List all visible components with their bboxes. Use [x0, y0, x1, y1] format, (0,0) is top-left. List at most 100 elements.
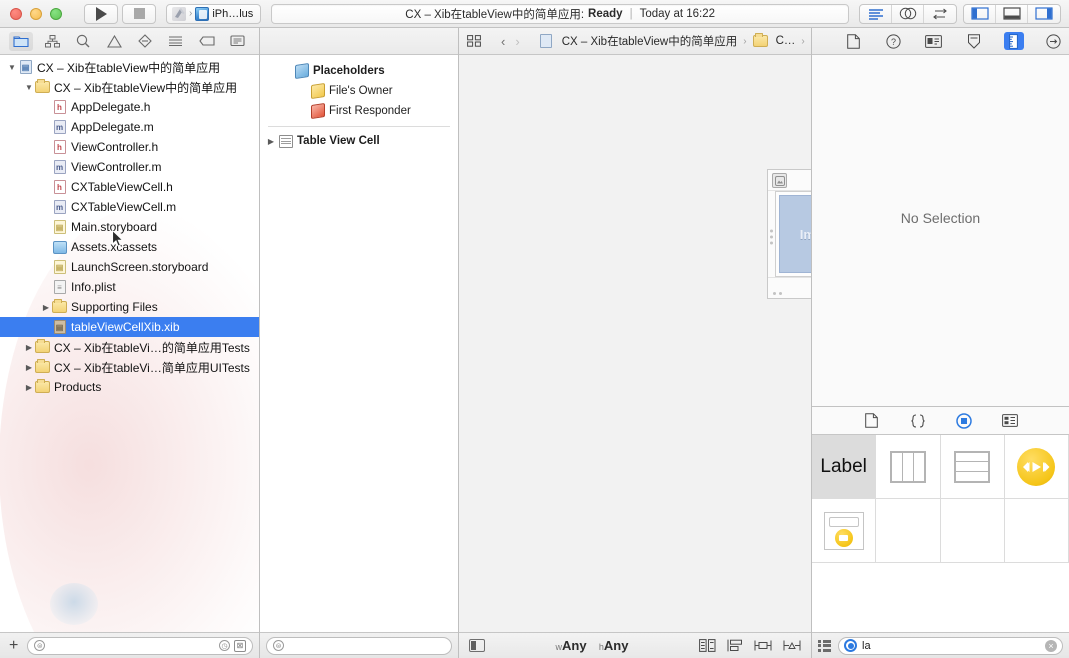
outline-row[interactable]: File's Owner: [260, 81, 458, 101]
file-tree-row[interactable]: h ViewController.h: [0, 137, 259, 157]
list-view-icon[interactable]: [818, 639, 832, 652]
file-tree-row[interactable]: ≡ Info.plist: [0, 277, 259, 297]
utilities-panel: ? No Selection Label la ×: [812, 28, 1069, 658]
toggle-utilities-button[interactable]: [1028, 5, 1060, 23]
pin-icon[interactable]: [783, 639, 801, 652]
size-class-button[interactable]: wAny hAny: [495, 638, 689, 653]
folder-icon: [52, 299, 67, 315]
close-window-button[interactable]: [10, 7, 22, 20]
disclosure-triangle-icon[interactable]: [264, 137, 278, 146]
file-tree-row[interactable]: m CXTableViewCell.m: [0, 197, 259, 217]
code-snippet-library-tab[interactable]: [908, 412, 928, 430]
object-library-tab[interactable]: [954, 412, 974, 430]
disclosure-triangle-icon[interactable]: [23, 383, 35, 392]
debug-navigator-tab[interactable]: [164, 32, 188, 51]
cell-placeholder-badge-icon[interactable]: [772, 173, 787, 188]
outline-filter-field[interactable]: ⊜: [266, 636, 452, 655]
library-item-label[interactable]: Label: [812, 435, 877, 499]
navigator-filter-field[interactable]: ⊜ ◷ ⊠: [27, 636, 253, 655]
connections-inspector-tab[interactable]: [1044, 32, 1064, 50]
breakpoint-navigator-tab[interactable]: [195, 32, 219, 51]
unsaved-files-toggle[interactable]: ⊠: [234, 639, 246, 652]
library-footer: la ×: [812, 632, 1069, 658]
navigate-forward-button[interactable]: ›: [512, 34, 522, 49]
zoom-window-button[interactable]: [50, 7, 62, 20]
file-tree-row[interactable]: Assets.xcassets: [0, 237, 259, 257]
quick-help-inspector-tab[interactable]: ?: [884, 32, 904, 50]
disclosure-triangle-icon[interactable]: [40, 303, 52, 312]
update-frames-icon[interactable]: [699, 639, 716, 652]
outline-row-label: First Responder: [329, 105, 411, 117]
navigator-footer: + ⊜ ◷ ⊠: [0, 632, 259, 658]
file-tree-row[interactable]: Products: [0, 377, 259, 397]
disclosure-triangle-icon[interactable]: [6, 63, 18, 72]
scheme-selector[interactable]: › iPh…lus: [166, 3, 262, 24]
assistant-editor-button[interactable]: [892, 4, 924, 23]
cell-content-view: Image View Label Label: [775, 191, 811, 277]
play-icon: [95, 6, 107, 21]
interface-builder-canvas[interactable]: ••• Image View Label Label: [459, 55, 811, 632]
project-navigator-tab[interactable]: [9, 31, 34, 51]
file-tree-row[interactable]: CX – Xib在tableVi…简单应用UITests: [0, 357, 259, 377]
red-cube-icon: [310, 103, 325, 119]
file-tree-label: Info.plist: [71, 280, 116, 294]
toggle-outline-button[interactable]: [469, 639, 485, 652]
file-tree-row[interactable]: CX – Xib在tableVi…的简单应用Tests: [0, 337, 259, 357]
disclosure-triangle-icon[interactable]: [23, 363, 35, 372]
toggle-debug-area-button[interactable]: [996, 4, 1028, 23]
cell-left-resize-handle[interactable]: [770, 229, 773, 245]
issue-navigator-tab[interactable]: [102, 32, 126, 51]
file-tree-row[interactable]: h CXTableViewCell.h: [0, 177, 259, 197]
library-filter-field[interactable]: la ×: [838, 636, 1063, 655]
size-inspector-tab[interactable]: [1003, 32, 1024, 50]
file-tree-row[interactable]: ▤ LaunchScreen.storyboard: [0, 257, 259, 277]
file-tree-row[interactable]: Supporting Files: [0, 297, 259, 317]
align-icon[interactable]: [754, 639, 772, 652]
standard-editor-button[interactable]: [860, 4, 892, 23]
file-tree-row[interactable]: ▤ tableViewCellXib.xib: [0, 317, 259, 337]
stop-button[interactable]: [122, 3, 156, 24]
library-item-columns[interactable]: [876, 435, 941, 499]
media-library-tab[interactable]: [1000, 412, 1020, 430]
file-tree-row[interactable]: h AppDelegate.h: [0, 97, 259, 117]
file-inspector-tab[interactable]: [844, 32, 864, 50]
file-tree-row[interactable]: m ViewController.m: [0, 157, 259, 177]
blue-cube-icon: [294, 63, 309, 79]
image-view[interactable]: Image View: [779, 195, 811, 273]
report-navigator-tab[interactable]: [226, 32, 250, 51]
disclosure-triangle-icon[interactable]: [23, 343, 35, 352]
navigate-back-button[interactable]: ‹: [498, 34, 508, 49]
file-tree-row[interactable]: CX – Xib在tableView中的简单应用: [0, 77, 259, 97]
add-file-button[interactable]: +: [6, 637, 21, 654]
toggle-navigator-button[interactable]: [964, 4, 996, 23]
file-tree-row[interactable]: ▤ CX – Xib在tableView中的简单应用: [0, 57, 259, 77]
library-item-media-player[interactable]: [1004, 435, 1069, 499]
recent-files-toggle[interactable]: ◷: [219, 640, 230, 651]
minimize-window-button[interactable]: [30, 7, 42, 20]
clear-filter-button[interactable]: ×: [1045, 639, 1057, 652]
library-item-search-bar[interactable]: [812, 499, 877, 563]
embed-icon[interactable]: [727, 639, 743, 652]
table-view-cell-frame[interactable]: ••• Image View Label Label: [767, 169, 811, 299]
library-item-rows[interactable]: [940, 435, 1005, 499]
file-tree-row[interactable]: m AppDelegate.m: [0, 117, 259, 137]
source-control-navigator-tab[interactable]: [40, 32, 64, 51]
storyboard-icon: ▤: [52, 260, 67, 275]
attributes-inspector-tab[interactable]: [964, 32, 984, 50]
disclosure-triangle-icon[interactable]: [23, 83, 35, 92]
identity-inspector-tab[interactable]: [924, 32, 944, 50]
version-editor-button[interactable]: [924, 5, 956, 23]
symbol-navigator-tab[interactable]: [71, 32, 95, 51]
breadcrumb-item-folder[interactable]: C…: [752, 33, 795, 49]
file-tree-row[interactable]: ▤ Main.storyboard: [0, 217, 259, 237]
inspector-empty-message: No Selection: [900, 210, 981, 226]
test-navigator-tab[interactable]: [133, 32, 157, 51]
outline-row[interactable]: Table View Cell: [260, 131, 458, 151]
file-template-library-tab[interactable]: [862, 412, 882, 430]
file-tree-label: CXTableViewCell.m: [71, 200, 177, 214]
outline-row[interactable]: First Responder: [260, 101, 458, 121]
related-items-icon[interactable]: [467, 35, 482, 47]
run-button[interactable]: [84, 3, 118, 24]
outline-row[interactable]: Placeholders: [260, 61, 458, 81]
breadcrumb-item-project[interactable]: CX – Xib在tableView中的简单应用: [539, 33, 737, 49]
